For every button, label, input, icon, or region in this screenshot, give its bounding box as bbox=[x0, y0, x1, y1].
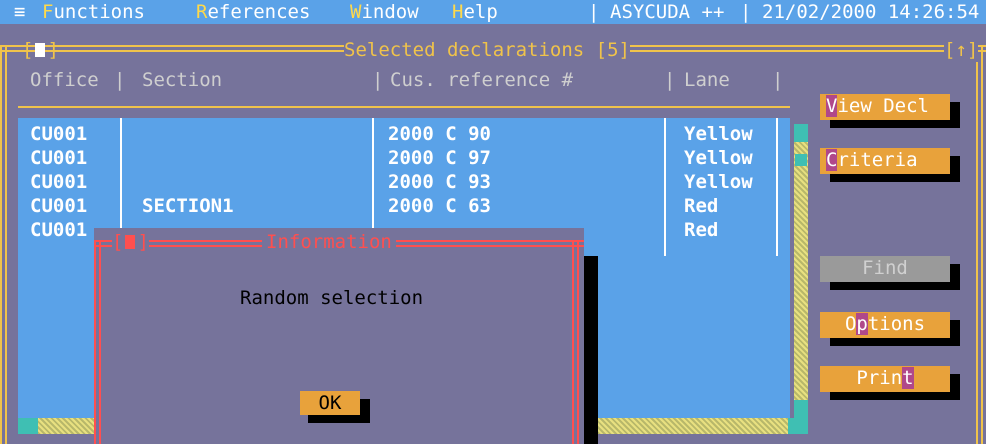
window-resize-button[interactable]: [↑] bbox=[944, 38, 979, 62]
system-menu-icon[interactable]: ≡ bbox=[14, 0, 25, 24]
table-row[interactable]: CU001 2000 C 93 Yellow bbox=[18, 170, 790, 194]
header-separator: | bbox=[114, 69, 126, 91]
vertical-scrollbar[interactable] bbox=[794, 124, 808, 418]
column-separator bbox=[664, 118, 666, 256]
dialog-frame-left bbox=[94, 240, 101, 444]
menu-help[interactable]: Help bbox=[452, 0, 498, 24]
header-separator: | bbox=[664, 69, 676, 91]
dialog-close-button[interactable]: [] bbox=[112, 230, 149, 254]
header-separator: | bbox=[772, 69, 784, 91]
scroll-down-icon[interactable] bbox=[794, 400, 808, 418]
table-row[interactable]: CU001 2000 C 97 Yellow bbox=[18, 146, 790, 170]
find-button[interactable]: Find bbox=[820, 256, 960, 290]
scroll-right-icon[interactable] bbox=[788, 418, 808, 434]
scroll-up-icon[interactable] bbox=[794, 124, 808, 142]
separator: | bbox=[740, 1, 752, 23]
options-button[interactable]: Options bbox=[820, 312, 960, 346]
menu-functions[interactable]: Functions bbox=[42, 0, 145, 24]
cell-lane: Red bbox=[684, 219, 719, 241]
cell-office: CU001 bbox=[30, 147, 88, 169]
criteria-button[interactable]: Criteria bbox=[820, 148, 960, 182]
dialog-frame-right bbox=[572, 240, 579, 444]
cell-reference: 2000 C 90 bbox=[388, 123, 491, 145]
ok-button[interactable]: OK bbox=[300, 391, 370, 423]
scroll-thumb[interactable] bbox=[795, 154, 807, 166]
cell-lane: Yellow bbox=[684, 171, 753, 193]
header-reference[interactable]: Cus. reference # bbox=[390, 68, 573, 92]
header-separator: | bbox=[372, 69, 384, 91]
menu-bar: ≡ Functions References Window Help | ASY… bbox=[0, 0, 986, 24]
cell-reference: 2000 C 97 bbox=[388, 147, 491, 169]
dialog-title: Information bbox=[262, 230, 396, 254]
cell-office: CU001 bbox=[30, 171, 88, 193]
separator: | bbox=[588, 1, 600, 23]
header-office[interactable]: Office bbox=[30, 68, 99, 92]
column-separator bbox=[776, 118, 778, 256]
cell-office: CU001 bbox=[30, 123, 88, 145]
cell-lane: Yellow bbox=[684, 147, 753, 169]
cell-lane: Yellow bbox=[684, 123, 753, 145]
cell-lane: Red bbox=[684, 195, 719, 217]
window-close-button[interactable]: [] bbox=[22, 38, 59, 62]
header-divider bbox=[18, 106, 790, 108]
window-title: Selected declarations [5] bbox=[344, 39, 630, 61]
header-lane[interactable]: Lane bbox=[684, 68, 730, 92]
table-row[interactable]: CU001 2000 C 90 Yellow bbox=[18, 122, 790, 146]
cell-office: CU001 bbox=[30, 195, 88, 217]
cell-office: CU001 bbox=[30, 219, 88, 241]
clock: 21/02/2000 14:26:54 bbox=[762, 1, 980, 23]
information-dialog: [] Information Random selection OK bbox=[94, 228, 598, 444]
cell-reference: 2000 C 93 bbox=[388, 171, 491, 193]
menu-window[interactable]: Window bbox=[350, 0, 419, 24]
cell-section: SECTION1 bbox=[142, 195, 234, 217]
menu-references[interactable]: References bbox=[196, 0, 310, 24]
view-decl-button[interactable]: View Decl bbox=[820, 94, 960, 128]
window-frame-right bbox=[976, 45, 983, 444]
table-row[interactable]: CU001 SECTION1 2000 C 63 Red bbox=[18, 194, 790, 218]
app-name: ASYCUDA ++ bbox=[610, 1, 725, 23]
cell-reference: 2000 C 63 bbox=[388, 195, 491, 217]
dialog-message: Random selection bbox=[240, 287, 424, 309]
scroll-left-icon[interactable] bbox=[18, 418, 38, 434]
window-frame-left bbox=[0, 45, 7, 444]
header-section[interactable]: Section bbox=[142, 68, 222, 92]
print-button[interactable]: Print bbox=[820, 366, 960, 400]
